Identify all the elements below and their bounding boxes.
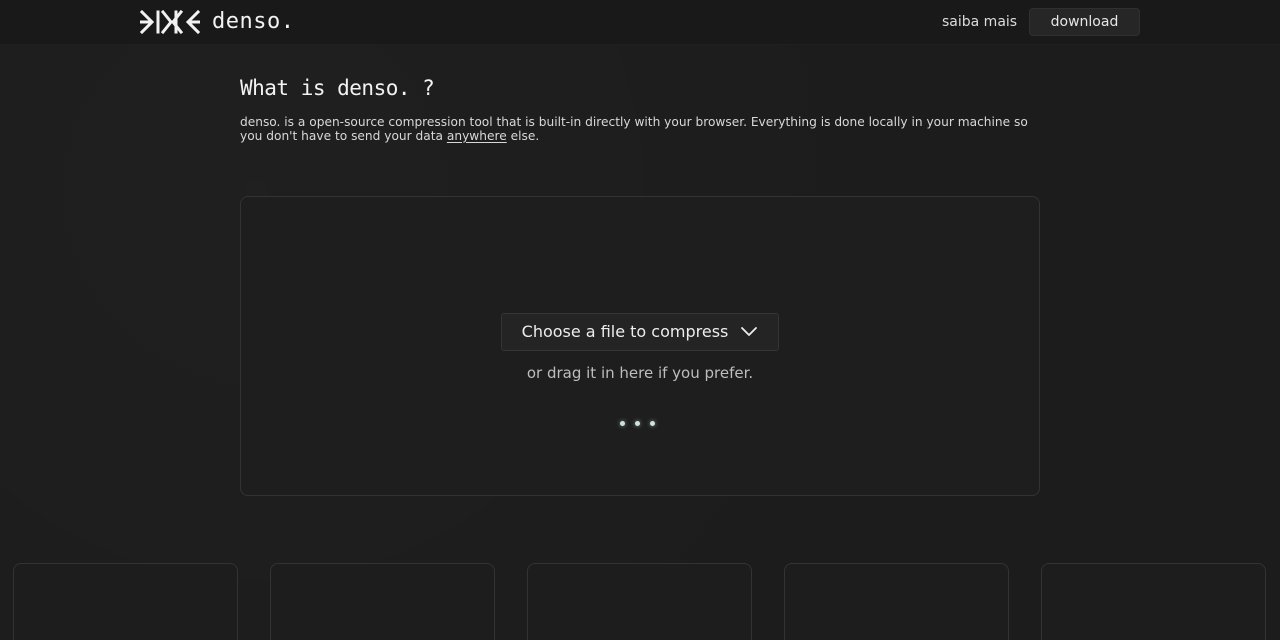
loading-dot [620,421,625,426]
intro-description: denso. is a open-source compression tool… [240,115,1040,143]
feature-card [527,563,752,640]
saiba-mais-link[interactable]: saiba mais [942,13,1017,31]
feature-card [13,563,238,640]
page: denso. saiba mais download What is denso… [0,0,1280,640]
download-button[interactable]: download [1029,8,1140,36]
intro-text-part2: else. [506,129,540,143]
loading-dots-icon [620,421,655,426]
chevron-down-icon [740,326,758,338]
feature-card [270,563,495,640]
feature-card [1041,563,1266,640]
intro-text-part1: denso. is a open-source compression tool… [240,115,1028,143]
choose-file-button[interactable]: Choose a file to compress [501,313,779,351]
logo-text: denso. [212,9,295,34]
drag-hint: or drag it in here if you prefer. [526,364,754,382]
header-bar: denso. saiba mais download [0,0,1280,45]
file-drop-zone[interactable]: Choose a file to compress or drag it in … [240,196,1040,496]
page-title: What is denso. ? [240,76,435,100]
loading-dot [650,421,655,426]
loading-dot [635,421,640,426]
logo[interactable]: denso. [140,8,294,36]
anywhere-link[interactable]: anywhere [447,129,507,143]
feature-card [784,563,1009,640]
denso-logo-icon [140,9,200,35]
choose-file-label: Choose a file to compress [521,322,729,341]
